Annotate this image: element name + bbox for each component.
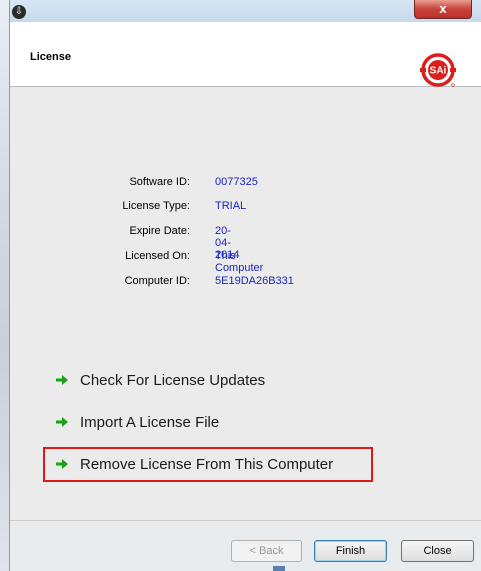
finish-button[interactable]: Finish (314, 540, 387, 562)
import-license-file-link[interactable]: Import A License File (54, 411, 219, 433)
info-label: Computer ID: (124, 275, 190, 287)
info-label: License Type: (122, 200, 190, 212)
license-wizard-window: ⇩ x License SAi Software ID: 0077325 Lic… (9, 0, 481, 571)
close-window-button[interactable]: x (414, 0, 472, 19)
close-button[interactable]: Close (401, 540, 474, 562)
check-license-updates-link[interactable]: Check For License Updates (54, 369, 265, 391)
action-label: Import A License File (80, 413, 220, 431)
title-bar: ⇩ x (10, 0, 481, 22)
highlight-annotation (43, 447, 373, 482)
info-value: 0077325 (215, 176, 258, 188)
sai-logo-icon: SAi (420, 53, 456, 87)
page-title: License (30, 51, 71, 63)
info-value: This Computer (215, 250, 264, 274)
info-value: 5E19DA26B331 (215, 275, 294, 287)
action-label: Check For License Updates (80, 371, 266, 389)
taskbar-indicator (273, 566, 285, 571)
wizard-header: License SAi (10, 22, 481, 87)
desktop-background (0, 0, 9, 571)
green-arrow-icon (56, 417, 68, 427)
logo-text: SAi (430, 66, 447, 77)
info-label: Software ID: (129, 176, 190, 188)
info-label: Licensed On: (125, 250, 190, 262)
app-icon: ⇩ (12, 5, 26, 19)
footer-divider (10, 520, 481, 521)
back-button[interactable]: < Back (231, 540, 302, 562)
info-value: TRIAL (215, 200, 247, 212)
info-label: Expire Date: (129, 225, 190, 237)
green-arrow-icon (56, 375, 68, 385)
